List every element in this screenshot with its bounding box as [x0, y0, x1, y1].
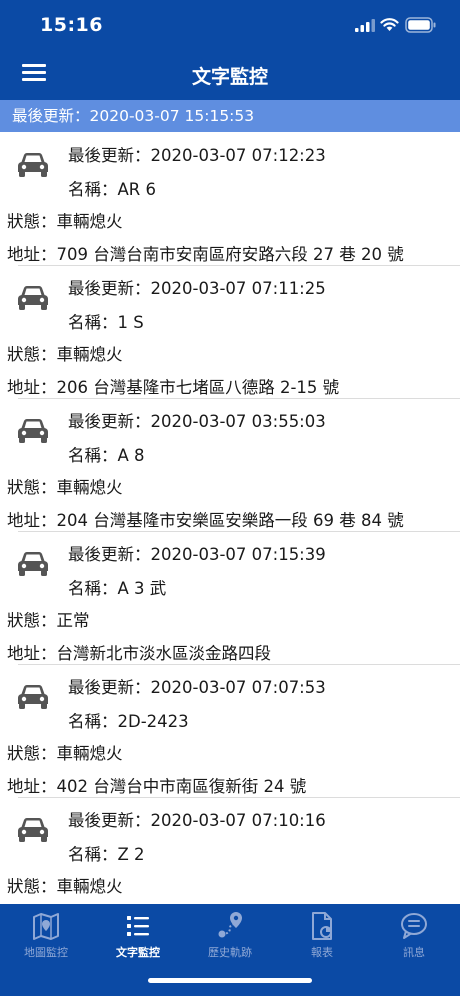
- tab-label: 文字監控: [116, 946, 160, 959]
- vehicle-item[interactable]: 最後更新：2020-03-07 07:11:25 名稱：1 S 狀態：車輛熄火 …: [0, 265, 460, 398]
- vehicle-address: 地址：709 台灣台南市安南區府安路六段 27 巷 20 號: [7, 245, 404, 264]
- vehicle-name: 名稱：1 S: [68, 313, 144, 332]
- divider: [18, 531, 460, 532]
- map-icon: [33, 913, 59, 940]
- vehicle-item[interactable]: 最後更新：2020-03-07 07:12:23 名稱：AR 6 狀態：車輛熄火…: [0, 132, 460, 265]
- vehicle-last-update: 最後更新：2020-03-07 07:12:23: [68, 146, 326, 165]
- divider: [18, 664, 460, 665]
- home-indicator: [148, 978, 312, 983]
- vehicle-name: 名稱：A 8: [68, 446, 145, 465]
- vehicle-list[interactable]: 最後更新：2020-03-07 07:12:23 名稱：AR 6 狀態：車輛熄火…: [0, 132, 460, 904]
- vehicle-item[interactable]: 最後更新：2020-03-07 03:55:03 名稱：A 8 狀態：車輛熄火 …: [0, 398, 460, 531]
- car-icon: [18, 552, 48, 576]
- vehicle-state: 狀態：車輛熄火: [7, 345, 123, 364]
- divider: [18, 265, 460, 266]
- vehicle-item[interactable]: 最後更新：2020-03-07 07:10:16 名稱：Z 2 狀態：車輛熄火: [0, 797, 460, 904]
- tab-label: 訊息: [403, 946, 425, 959]
- vehicle-address: 地址：台灣新北市淡水區淡金路四段: [7, 644, 271, 663]
- message-icon: [401, 913, 427, 939]
- vehicle-last-update: 最後更新：2020-03-07 03:55:03: [68, 412, 326, 431]
- signal-icon: [355, 19, 375, 32]
- car-icon: [18, 419, 48, 443]
- vehicle-item[interactable]: 最後更新：2020-03-07 07:15:39 名稱：A 3 武 狀態：正常 …: [0, 531, 460, 664]
- car-icon: [18, 685, 48, 709]
- vehicle-state: 狀態：車輛熄火: [7, 877, 123, 896]
- car-icon: [18, 286, 48, 310]
- tab-label: 報表: [311, 946, 333, 959]
- vehicle-last-update: 最後更新：2020-03-07 07:11:25: [68, 279, 326, 298]
- tab-text-monitor[interactable]: 文字監控: [92, 910, 184, 968]
- vehicle-item[interactable]: 最後更新：2020-03-07 07:07:53 名稱：2D-2423 狀態：車…: [0, 664, 460, 797]
- tab-history-track[interactable]: 歷史軌跡: [184, 910, 276, 968]
- vehicle-name: 名稱：AR 6: [68, 180, 156, 199]
- vehicle-state: 狀態：車輛熄火: [7, 478, 123, 497]
- vehicle-state: 狀態：正常: [7, 611, 90, 630]
- tab-report[interactable]: 報表: [276, 910, 368, 968]
- tab-label: 歷史軌跡: [208, 946, 252, 959]
- vehicle-name: 名稱：2D-2423: [68, 712, 189, 731]
- route-icon: [218, 912, 242, 938]
- tab-message[interactable]: 訊息: [368, 910, 460, 968]
- tab-label: 地圖監控: [24, 946, 68, 959]
- vehicle-address: 地址：402 台灣台中市南區復新街 24 號: [7, 777, 307, 796]
- last-update-bar: 最後更新：2020-03-07 15:15:53: [0, 100, 460, 132]
- vehicle-address: 地址：206 台灣基隆市七堵區八德路 2-15 號: [7, 378, 340, 397]
- status-time: 15:16: [40, 14, 103, 36]
- tab-map-monitor[interactable]: 地圖監控: [0, 910, 92, 968]
- header: 15:16 文字監控: [0, 0, 460, 100]
- vehicle-state: 狀態：車輛熄火: [7, 744, 123, 763]
- vehicle-last-update: 最後更新：2020-03-07 07:07:53: [68, 678, 326, 697]
- page-title: 文字監控: [191, 66, 268, 88]
- battery-icon: [405, 17, 436, 33]
- vehicle-state: 狀態：車輛熄火: [7, 212, 123, 231]
- divider: [18, 797, 460, 798]
- vehicle-last-update: 最後更新：2020-03-07 07:15:39: [68, 545, 326, 564]
- divider: [18, 398, 460, 399]
- vehicle-last-update: 最後更新：2020-03-07 07:10:16: [68, 811, 326, 830]
- vehicle-name: 名稱：Z 2: [68, 845, 145, 864]
- wifi-icon: [380, 18, 399, 31]
- vehicle-name: 名稱：A 3 武: [68, 579, 167, 598]
- car-icon: [18, 153, 48, 177]
- car-icon: [18, 818, 48, 842]
- status-bar: 15:16: [0, 0, 460, 50]
- report-icon: [312, 912, 332, 940]
- vehicle-address: 地址：204 台灣基隆市安樂區安樂路一段 69 巷 84 號: [7, 511, 404, 530]
- list-icon: [127, 916, 149, 936]
